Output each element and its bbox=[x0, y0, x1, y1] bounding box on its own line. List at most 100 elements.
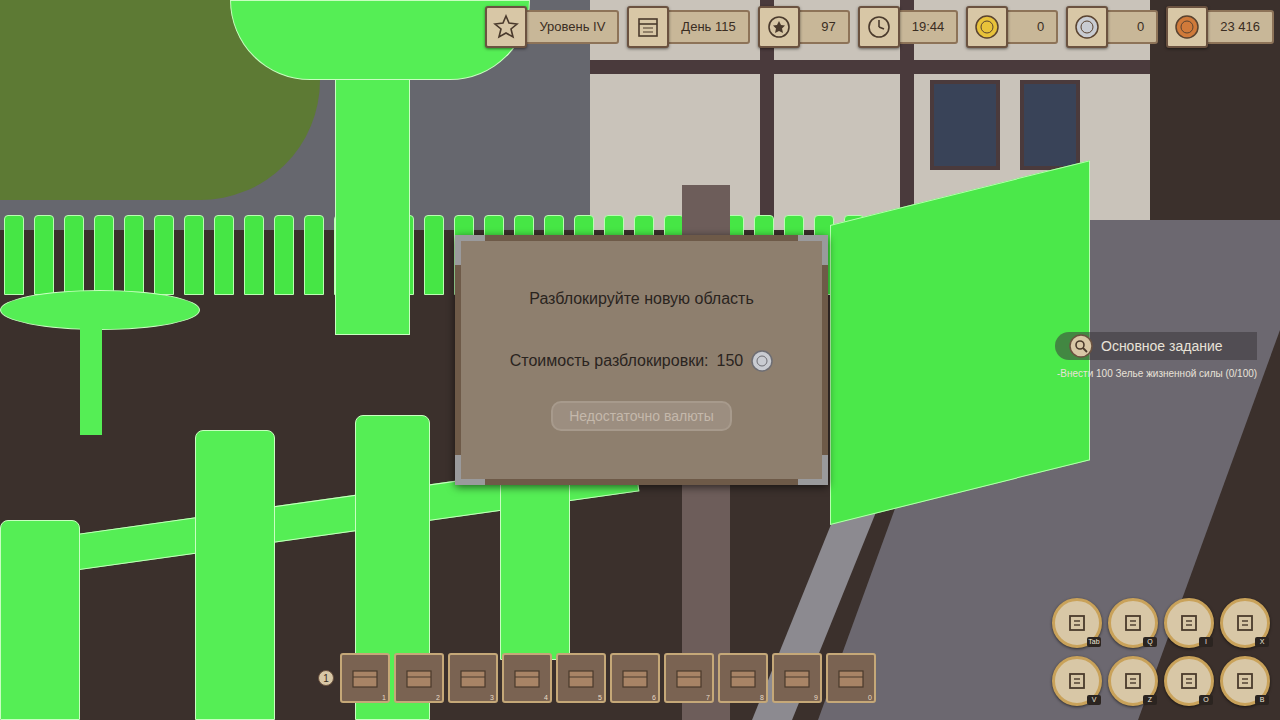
cost-value: 150 bbox=[717, 349, 744, 373]
menu-button[interactable]: I bbox=[1164, 598, 1214, 648]
hotbar-slot[interactable]: 1 bbox=[340, 653, 390, 703]
silver-coin-icon bbox=[751, 350, 773, 372]
hud-bar: Уровень IVДень 1159719:440023 416 bbox=[485, 6, 1274, 48]
house-beam bbox=[590, 60, 1150, 74]
fence-picket bbox=[304, 215, 324, 295]
menu-button[interactable]: O bbox=[1164, 656, 1214, 706]
fence-picket bbox=[4, 215, 24, 295]
fence-picket bbox=[154, 215, 174, 295]
menu-button[interactable]: Z bbox=[1108, 656, 1158, 706]
menu-icon bbox=[1233, 611, 1257, 635]
hotbar-badge: 1 bbox=[318, 670, 334, 686]
dialog-title: Разблокируйте новую область bbox=[529, 287, 754, 311]
item-icon bbox=[350, 665, 380, 691]
house-window bbox=[1020, 80, 1080, 170]
table-leg bbox=[80, 325, 102, 435]
item-icon bbox=[674, 665, 704, 691]
quest-title: Основное задание bbox=[1101, 336, 1223, 357]
item-icon bbox=[782, 665, 812, 691]
fence-picket bbox=[124, 215, 144, 295]
menu-icon bbox=[1065, 669, 1089, 693]
hud-icon-box bbox=[858, 6, 900, 48]
menu-icon bbox=[1121, 669, 1145, 693]
item-icon bbox=[404, 665, 434, 691]
star-badge-icon bbox=[493, 14, 519, 40]
cost-row: Стоимость разблокировки: 150 bbox=[510, 349, 774, 373]
coin-icon bbox=[1174, 14, 1200, 40]
fence-picket bbox=[34, 215, 54, 295]
hud-icon-box bbox=[1166, 6, 1208, 48]
hotbar-slot[interactable]: 4 bbox=[502, 653, 552, 703]
menu-button[interactable]: Tab bbox=[1052, 598, 1102, 648]
item-icon bbox=[728, 665, 758, 691]
corner-tl bbox=[455, 235, 485, 265]
menu-icon bbox=[1121, 611, 1145, 635]
fence-picket bbox=[184, 215, 204, 295]
corner-bl bbox=[455, 455, 485, 485]
slot-key: 7 bbox=[706, 694, 710, 701]
menu-grid: Tab QI X VZO B bbox=[1052, 598, 1270, 706]
hud-item: 23 416 bbox=[1166, 6, 1274, 48]
magnifier-icon bbox=[1069, 334, 1093, 358]
hud-icon-box bbox=[627, 6, 669, 48]
hotbar-slot[interactable]: 0 bbox=[826, 653, 876, 703]
hotbar-slot[interactable]: 9 bbox=[772, 653, 822, 703]
hotbar-slot[interactable]: 7 bbox=[664, 653, 714, 703]
menu-icon bbox=[1177, 669, 1201, 693]
hud-value: 0 bbox=[1106, 10, 1158, 44]
fence-picket bbox=[214, 215, 234, 295]
hud-value: 23 416 bbox=[1206, 10, 1274, 44]
cost-label: Стоимость разблокировки: bbox=[510, 349, 709, 373]
coin-icon bbox=[974, 14, 1000, 40]
hud-value: 19:44 bbox=[898, 10, 959, 44]
quest-task: -Внести 100 Зелье жизненной силы (0/100) bbox=[1055, 366, 1257, 381]
calendar-icon bbox=[635, 14, 661, 40]
slot-key: 2 bbox=[436, 694, 440, 701]
menu-key: Tab bbox=[1087, 637, 1101, 647]
menu-key: Q bbox=[1143, 637, 1157, 647]
fence-picket bbox=[274, 215, 294, 295]
hud-value: 97 bbox=[798, 10, 850, 44]
slot-key: 6 bbox=[652, 694, 656, 701]
fence-picket bbox=[94, 215, 114, 295]
coin-icon bbox=[1074, 14, 1100, 40]
unlock-button[interactable]: Недостаточно валюты bbox=[551, 401, 732, 431]
hud-icon-box bbox=[758, 6, 800, 48]
slot-key: 3 bbox=[490, 694, 494, 701]
menu-icon bbox=[1065, 611, 1089, 635]
slot-key: 1 bbox=[382, 694, 386, 701]
rating-icon bbox=[766, 14, 792, 40]
menu-key: X bbox=[1255, 637, 1269, 647]
hud-item: 19:44 bbox=[858, 6, 959, 48]
corner-tr bbox=[798, 235, 828, 265]
hud-item: 0 bbox=[1066, 6, 1158, 48]
hotbar-slot[interactable]: 5 bbox=[556, 653, 606, 703]
slot-key: 4 bbox=[544, 694, 548, 701]
hud-item: Уровень IV bbox=[485, 6, 619, 48]
menu-button[interactable]: V bbox=[1052, 656, 1102, 706]
hud-item: День 115 bbox=[627, 6, 749, 48]
menu-button[interactable]: X bbox=[1220, 598, 1270, 648]
item-icon bbox=[620, 665, 650, 691]
menu-icon bbox=[1233, 669, 1257, 693]
hotbar-slot[interactable]: 3 bbox=[448, 653, 498, 703]
menu-key: B bbox=[1255, 695, 1269, 705]
unlock-dialog: Разблокируйте новую область Стоимость раз… bbox=[455, 235, 828, 485]
game-screen: Уровень IVДень 1159719:440023 416Разблок… bbox=[0, 0, 1280, 720]
hud-icon-box bbox=[1066, 6, 1108, 48]
quest-header: Основное задание bbox=[1055, 332, 1257, 360]
house-window bbox=[930, 80, 1000, 170]
slot-key: 9 bbox=[814, 694, 818, 701]
fence-picket bbox=[244, 215, 264, 295]
hud-item: 0 bbox=[966, 6, 1058, 48]
menu-button[interactable]: B bbox=[1220, 656, 1270, 706]
hotbar: 1 1 2 3 4 5 6 7 8 9 0 bbox=[318, 653, 876, 703]
clock-icon bbox=[866, 14, 892, 40]
hotbar-slot[interactable]: 6 bbox=[610, 653, 660, 703]
hotbar-slot[interactable]: 2 bbox=[394, 653, 444, 703]
hud-item: 97 bbox=[758, 6, 850, 48]
quest-panel: Основное задание -Внести 100 Зелье жизнен… bbox=[1055, 332, 1257, 381]
fence-picket bbox=[64, 215, 84, 295]
hotbar-slot[interactable]: 8 bbox=[718, 653, 768, 703]
menu-button[interactable]: Q bbox=[1108, 598, 1158, 648]
